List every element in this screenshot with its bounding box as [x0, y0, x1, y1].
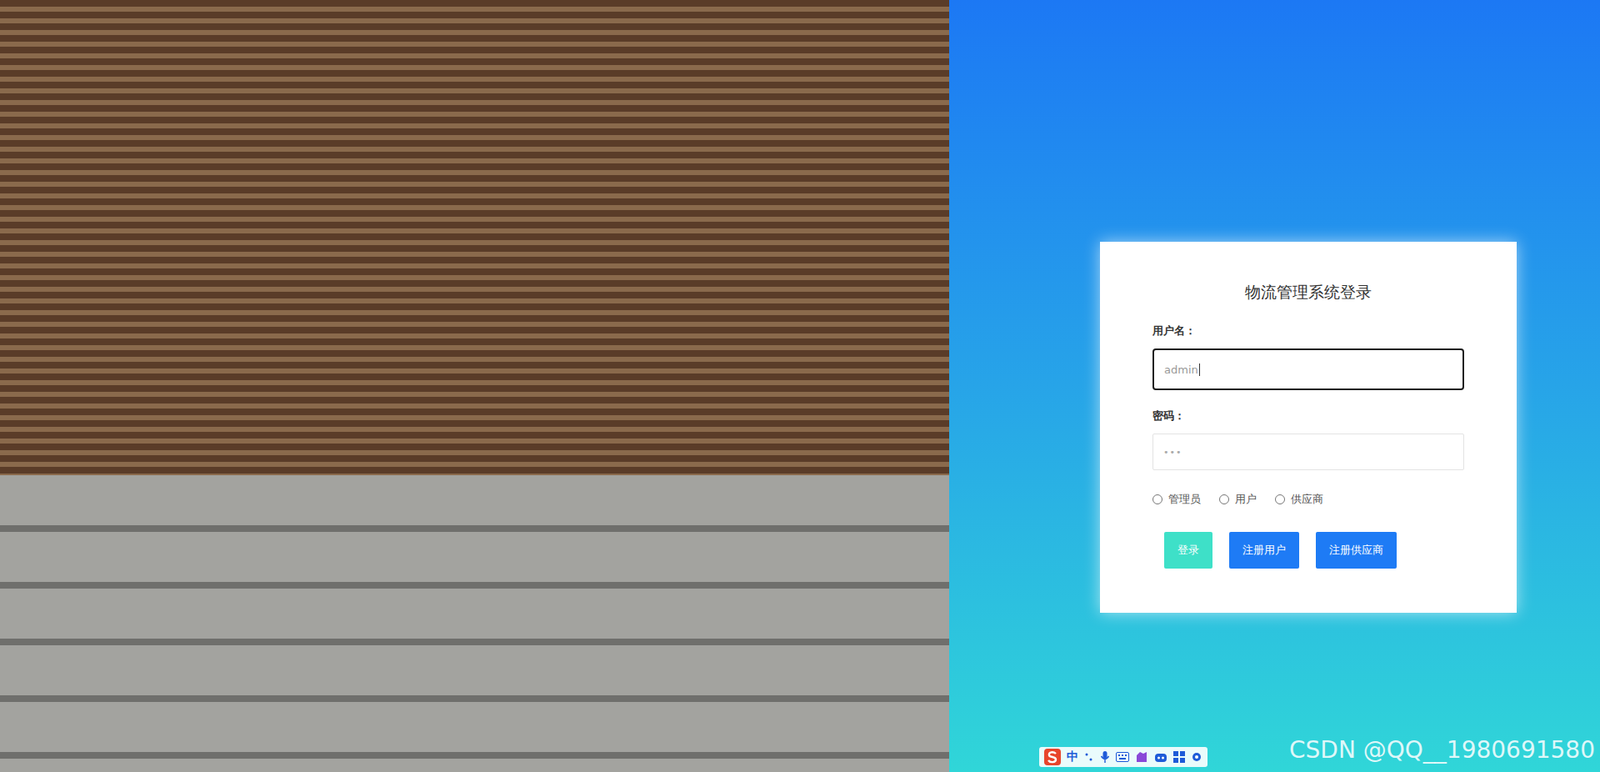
form-field: 用户名： admin — [1152, 323, 1465, 390]
keyboard-icon[interactable] — [1115, 751, 1130, 762]
role-radio[interactable]: 管理员 — [1152, 491, 1201, 507]
radio-icon[interactable] — [1275, 494, 1285, 505]
radio-icon[interactable] — [1219, 494, 1230, 505]
apps-icon[interactable] — [1173, 750, 1185, 763]
punctuation-icon[interactable] — [1084, 750, 1095, 763]
settings-icon[interactable] — [1190, 750, 1203, 763]
watermark: CSDN @QQ__1980691580 — [1289, 735, 1595, 764]
robot-icon[interactable] — [1154, 750, 1168, 763]
login-title: 物流管理系统登录 — [1152, 281, 1465, 304]
password-input[interactable]: ••• — [1152, 433, 1465, 470]
sogou-logo-icon[interactable] — [1044, 748, 1061, 765]
radio-icon[interactable] — [1152, 494, 1163, 505]
skin-icon[interactable] — [1135, 750, 1149, 764]
login-card: 物流管理系统登录用户名： admin 密码： ••• 管理员 用户 供应商登录注册用户注册供… — [1100, 241, 1517, 613]
login-page: 物流管理系统登录用户名： admin 密码： ••• 管理员 用户 供应商登录注册用户注册供… — [0, 0, 1600, 772]
action-button[interactable]: 注册供应商 — [1315, 531, 1397, 569]
role-radio[interactable]: 供应商 — [1275, 491, 1324, 507]
username-input[interactable]: admin — [1152, 348, 1465, 390]
action-button[interactable]: 注册用户 — [1229, 531, 1300, 569]
action-button[interactable]: 登录 — [1164, 531, 1213, 569]
ime-toolbar[interactable]: 中 — [1039, 746, 1208, 767]
hero-photo — [0, 0, 950, 772]
field-label: 密码： — [1152, 408, 1465, 424]
ime-mode[interactable]: 中 — [1066, 749, 1079, 765]
microphone-icon[interactable] — [1100, 750, 1110, 764]
role-group: 管理员 用户 供应商 — [1152, 491, 1465, 507]
role-radio[interactable]: 用户 — [1219, 491, 1257, 507]
login-panel: 物流管理系统登录用户名： admin 密码： ••• 管理员 用户 供应商登录注册用户注册供… — [949, 0, 1600, 772]
form-field: 密码： ••• — [1152, 408, 1465, 470]
button-row: 登录注册用户注册供应商 — [1152, 531, 1465, 569]
field-label: 用户名： — [1152, 323, 1465, 339]
